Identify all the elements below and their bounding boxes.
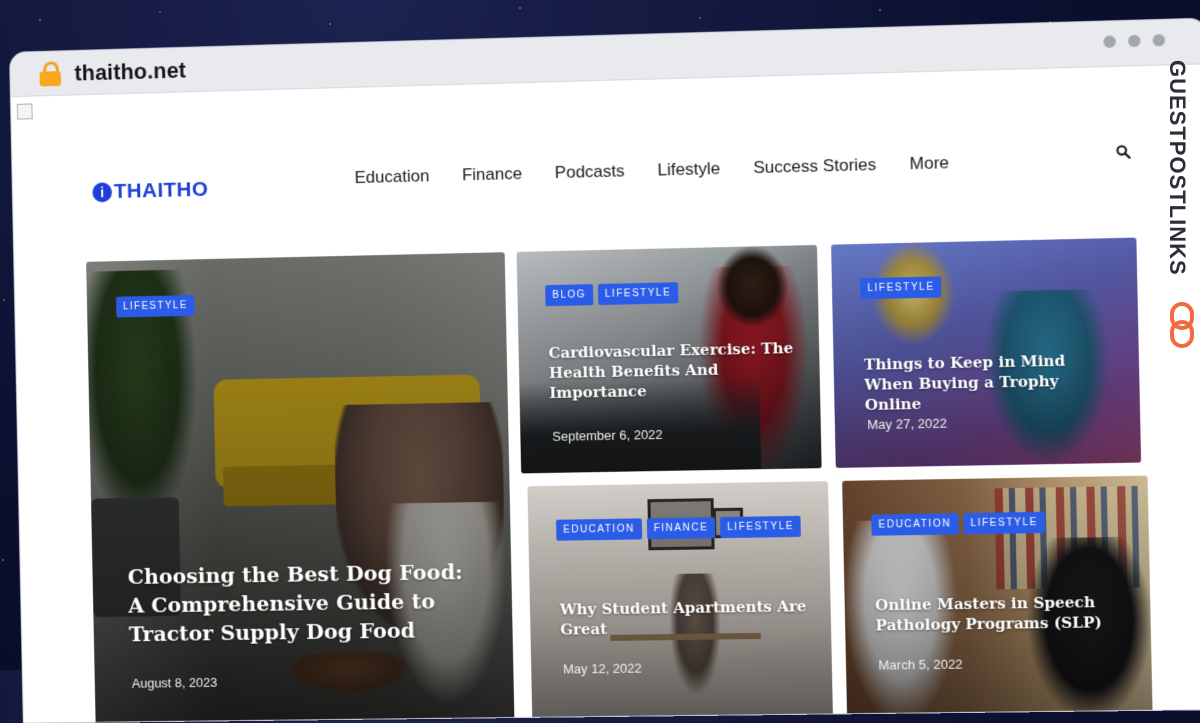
main-navigation: Education Finance Podcasts Lifestyle Suc… (354, 153, 949, 188)
tag-badge[interactable]: EDUCATION (871, 513, 958, 536)
window-controls (1103, 34, 1165, 48)
article-tags: LIFESTYLE (116, 295, 195, 317)
nav-item-education[interactable]: Education (354, 166, 429, 188)
site-logo[interactable]: i THAITHO (92, 178, 208, 205)
article-tags: LIFESTYLE (860, 276, 942, 299)
article-title[interactable]: Things to Keep in Mind When Buying a Tro… (864, 350, 1118, 416)
article-card[interactable]: LIFESTYLE Things to Keep in Mind When Bu… (831, 238, 1141, 468)
search-icon[interactable] (1116, 144, 1131, 159)
article-title[interactable]: Why Student Apartments Are Great (560, 596, 809, 639)
tag-badge[interactable]: LIFESTYLE (860, 276, 942, 299)
article-date: September 6, 2022 (552, 427, 663, 444)
tag-badge[interactable]: LIFESTYLE (116, 295, 195, 317)
window-dot-icon[interactable] (1128, 35, 1141, 48)
article-card[interactable]: EDUCATION FINANCE LIFESTYLE Why Student … (527, 481, 833, 722)
nav-item-more[interactable]: More (909, 153, 949, 174)
tag-badge[interactable]: LIFESTYLE (963, 512, 1045, 535)
tag-badge[interactable]: LIFESTYLE (720, 516, 801, 538)
guestpostlinks-watermark: GUESTPOSTLINKS (1164, 60, 1190, 276)
article-date: March 5, 2022 (878, 656, 963, 672)
article-card[interactable]: EDUCATION LIFESTYLE Online Masters in Sp… (842, 476, 1153, 723)
article-card[interactable]: BLOG LIFESTYLE Cardiovascular Exercise: … (517, 245, 822, 473)
browser-frame: thaitho.net i THAITHO Education Finance … (10, 19, 1200, 723)
window-dot-icon[interactable] (1153, 34, 1166, 47)
article-card-featured[interactable]: LIFESTYLE Choosing the Best Dog Food: A … (86, 252, 514, 722)
website-page: i THAITHO Education Finance Podcasts Lif… (11, 63, 1200, 722)
nav-item-success-stories[interactable]: Success Stories (753, 155, 876, 178)
tag-badge[interactable]: LIFESTYLE (598, 282, 679, 305)
logo-text: THAITHO (114, 178, 209, 204)
article-date: August 8, 2023 (132, 675, 218, 691)
browser-window-mockup: thaitho.net i THAITHO Education Finance … (3, 0, 1200, 677)
lock-icon (39, 61, 61, 85)
url-text[interactable]: thaitho.net (74, 58, 186, 87)
article-tags: EDUCATION FINANCE LIFESTYLE (556, 516, 801, 541)
article-date: May 27, 2022 (867, 416, 947, 433)
nav-item-finance[interactable]: Finance (462, 164, 522, 185)
article-title[interactable]: Cardiovascular Exercise: The Health Bene… (548, 338, 798, 403)
window-dot-icon[interactable] (1103, 35, 1116, 47)
article-title[interactable]: Choosing the Best Dog Food: A Comprehens… (127, 557, 483, 648)
article-tags: EDUCATION LIFESTYLE (871, 512, 1045, 536)
nav-item-lifestyle[interactable]: Lifestyle (657, 159, 720, 181)
logo-info-icon: i (92, 182, 112, 202)
nav-item-podcasts[interactable]: Podcasts (555, 161, 625, 183)
article-tags: BLOG LIFESTYLE (545, 282, 678, 306)
article-title[interactable]: Online Masters in Speech Pathology Progr… (875, 592, 1128, 636)
tag-badge[interactable]: FINANCE (646, 517, 715, 539)
tag-badge[interactable]: BLOG (545, 284, 593, 306)
chain-link-icon (1168, 302, 1196, 348)
article-date: May 12, 2022 (563, 661, 642, 677)
tag-badge[interactable]: EDUCATION (556, 518, 642, 540)
